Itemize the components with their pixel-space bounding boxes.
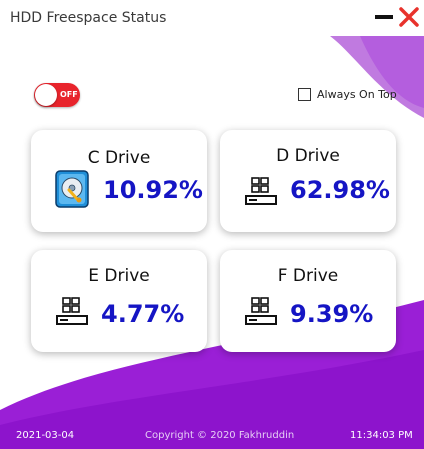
drive-card-d[interactable]: D Drive 62.98% (220, 130, 396, 232)
windows-drive-icon (245, 177, 277, 205)
window-title: HDD Freespace Status (10, 10, 167, 26)
minimize-icon (375, 15, 393, 19)
checkbox-box[interactable] (298, 88, 311, 101)
close-icon (399, 7, 419, 27)
toggle-knob (35, 84, 57, 106)
always-on-top-checkbox[interactable]: Always On Top (298, 88, 397, 101)
windows-drive-icon (245, 297, 277, 325)
on-off-toggle[interactable]: OFF (34, 83, 80, 107)
footer-date: 2021-03-04 (16, 430, 75, 441)
drive-free-percent: 9.39% (290, 300, 374, 328)
drive-free-percent: 62.98% (290, 176, 390, 204)
hard-disk-icon (55, 170, 89, 208)
drive-title: D Drive (276, 146, 340, 166)
drive-card-f[interactable]: F Drive 9.39% (220, 250, 396, 352)
drive-title: F Drive (277, 266, 339, 286)
windows-drive-icon (56, 297, 88, 325)
drive-free-percent: 10.92% (103, 176, 203, 204)
footer-time: 11:34:03 PM (350, 430, 413, 441)
drive-card-c[interactable]: C Drive 10.92% (31, 130, 207, 232)
footer-copyright: Copyright © 2020 Fakhruddin (145, 430, 295, 441)
always-on-top-label: Always On Top (317, 88, 397, 101)
title-bar: HDD Freespace Status (0, 0, 424, 36)
minimize-button[interactable] (373, 6, 395, 28)
drive-title: C Drive (87, 148, 151, 168)
toggle-state-label: OFF (60, 90, 78, 99)
drive-title: E Drive (88, 266, 150, 286)
close-button[interactable] (398, 6, 420, 28)
drive-free-percent: 4.77% (101, 300, 185, 328)
drive-card-e[interactable]: E Drive 4.77% (31, 250, 207, 352)
